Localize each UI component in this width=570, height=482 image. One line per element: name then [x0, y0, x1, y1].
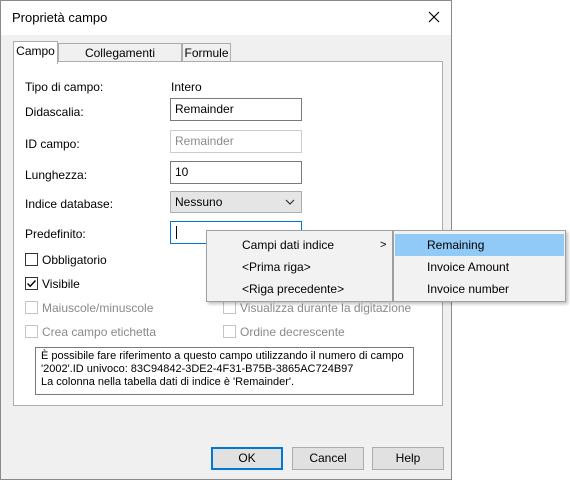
- checkmark-icon: [27, 280, 37, 288]
- menu-item-label: Campi dati indice: [242, 238, 335, 252]
- chevron-down-icon: [285, 199, 295, 205]
- create-label-field-checkbox[interactable]: [25, 325, 38, 338]
- length-label: Lunghezza:: [25, 168, 88, 182]
- close-icon: [428, 11, 440, 23]
- caption-label: Didascalia:: [25, 105, 84, 119]
- descending-order-checkbox[interactable]: [223, 325, 236, 338]
- descending-order-checkbox-label: Ordine decrescente: [240, 325, 345, 339]
- visible-checkbox[interactable]: [25, 277, 38, 290]
- caption-input[interactable]: Remainder: [170, 98, 302, 121]
- tab-campo[interactable]: Campo: [13, 41, 58, 64]
- field-info-box: È possibile fare riferimento a questo ca…: [35, 347, 414, 395]
- menu-item-label: Invoice number: [427, 282, 510, 296]
- help-button[interactable]: Help: [372, 447, 444, 470]
- submenu-item-invoice-number[interactable]: Invoice number: [395, 278, 564, 300]
- database-index-select[interactable]: Nessuno: [170, 191, 302, 213]
- case-sensitive-checkbox-label: Maiuscole/minuscole: [42, 301, 154, 315]
- menu-item-index-data-fields[interactable]: Campi dati indice >: [208, 234, 391, 256]
- tab-label: Formule: [184, 46, 229, 60]
- field-type-value: Intero: [171, 80, 202, 94]
- required-checkbox-label: Obbligatorio: [42, 253, 107, 267]
- ok-button[interactable]: OK: [211, 447, 283, 470]
- text-caret: [176, 226, 177, 239]
- create-label-field-checkbox-label: Crea campo etichetta: [42, 325, 157, 339]
- context-menu: Campi dati indice > <Prima riga> <Riga p…: [206, 230, 393, 302]
- menu-item-label: Remaining: [427, 238, 485, 252]
- submenu-index-fields: Remaining Invoice Amount Invoice number: [393, 230, 566, 302]
- info-line-2: '2002'.ID univoco: 83C94842-3DE2-4F31-B7…: [41, 363, 354, 375]
- menu-item-first-row[interactable]: <Prima riga>: [208, 256, 391, 278]
- submenu-item-remaining[interactable]: Remaining: [395, 234, 564, 256]
- cancel-button[interactable]: Cancel: [292, 447, 364, 470]
- tab-formule[interactable]: Formule: [182, 43, 231, 63]
- tab-label: Campo: [16, 44, 55, 58]
- info-line-1: È possibile fare riferimento a questo ca…: [41, 350, 404, 362]
- database-index-value: Nessuno: [175, 195, 223, 209]
- close-button[interactable]: [419, 4, 449, 30]
- tab-collegamenti[interactable]: Collegamenti automatici: [58, 43, 182, 78]
- title-bar: Proprietà campo: [1, 1, 451, 35]
- field-type-label: Tipo di campo:: [25, 80, 104, 94]
- submenu-arrow-icon: >: [380, 239, 387, 251]
- database-index-label: Indice database:: [25, 197, 114, 211]
- field-id-input[interactable]: Remainder: [170, 130, 302, 153]
- info-line-3: La colonna nella tabella dati di indice …: [41, 376, 295, 388]
- visible-checkbox-label: Visibile: [42, 277, 80, 291]
- menu-item-label: <Riga precedente>: [242, 282, 345, 296]
- menu-item-label: Invoice Amount: [427, 260, 510, 274]
- menu-item-label: <Prima riga>: [242, 260, 311, 274]
- required-checkbox[interactable]: [25, 253, 38, 266]
- case-sensitive-checkbox[interactable]: [25, 301, 38, 314]
- show-while-typing-checkbox-label: Visualizza durante la digitazione: [240, 301, 412, 315]
- dialog-title: Proprietà campo: [12, 10, 108, 25]
- show-while-typing-checkbox[interactable]: [223, 301, 236, 314]
- submenu-item-invoice-amount[interactable]: Invoice Amount: [395, 256, 564, 278]
- length-input[interactable]: 10: [170, 161, 302, 184]
- field-id-label: ID campo:: [25, 137, 80, 151]
- menu-item-previous-row[interactable]: <Riga precedente>: [208, 278, 391, 300]
- default-label: Predefinito:: [25, 227, 86, 241]
